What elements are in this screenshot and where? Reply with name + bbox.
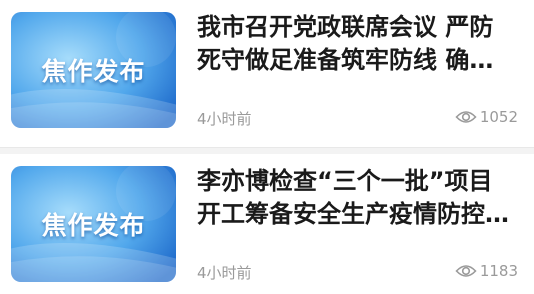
article-time: 4小时前 (197, 264, 252, 282)
article-thumbnail[interactable]: 焦作发布 (11, 166, 176, 282)
view-count: 1183 (455, 260, 518, 282)
news-item[interactable]: 焦作发布 我市召开党政联席会议 严防死守做足准备筑牢防线 确保人… 4小时前 1… (0, 0, 534, 147)
article-thumbnail[interactable]: 焦作发布 (11, 12, 176, 128)
eye-icon (455, 111, 477, 123)
view-count-value: 1052 (479, 108, 518, 126)
view-count-value: 1183 (479, 262, 518, 280)
news-list: 焦作发布 我市召开党政联席会议 严防死守做足准备筑牢防线 确保人… 4小时前 1… (0, 0, 534, 294)
article-title[interactable]: 我市召开党政联席会议 严防死守做足准备筑牢防线 确保人… (197, 11, 512, 77)
divider (0, 147, 534, 154)
article-title[interactable]: 李亦博检查“三个一批”项目开工筹备安全生产疫情防控市… (197, 165, 512, 231)
thumbnail-text: 焦作发布 (41, 57, 146, 86)
view-count: 1052 (455, 106, 518, 128)
eye-icon (455, 265, 477, 277)
thumbnail-text: 焦作发布 (41, 211, 146, 240)
article-time: 4小时前 (197, 110, 252, 128)
news-item[interactable]: 焦作发布 李亦博检查“三个一批”项目开工筹备安全生产疫情防控市… 4小时前 11… (0, 154, 534, 294)
